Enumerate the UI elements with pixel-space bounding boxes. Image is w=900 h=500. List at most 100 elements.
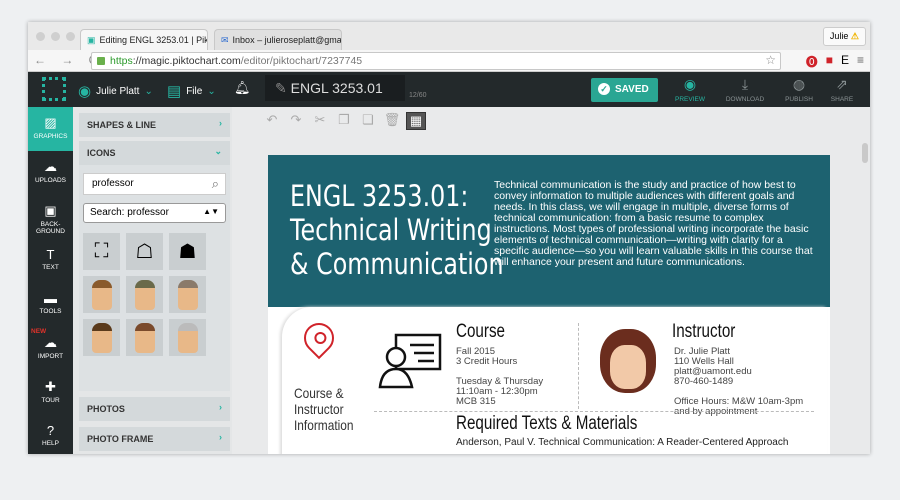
piktochart-icon: ▣ xyxy=(87,34,96,45)
app-toolbar: ◉ Julie Platt ⌄ ▤ File ⌄ 🔔︎ ✎ ENGL 3253.01 1… xyxy=(28,72,870,107)
publish-button[interactable]: ◍ PUBLISH xyxy=(775,76,823,103)
bell-icon[interactable]: 🔔︎ xyxy=(234,80,251,96)
extension-icon[interactable]: ■ xyxy=(826,53,833,70)
saved-button[interactable]: SAVED xyxy=(591,78,658,102)
import-icon: ☁ xyxy=(44,335,57,350)
divider xyxy=(374,411,814,412)
document-title-input[interactable]: ✎ ENGL 3253.01 xyxy=(265,75,405,101)
course-details[interactable]: Fall 2015 3 Credit Hours Tuesday & Thursda… xyxy=(456,347,543,407)
photos-header[interactable]: PHOTOS › xyxy=(79,397,230,421)
icon-results: ⛶ ☖ ☗ xyxy=(83,233,226,356)
file-menu[interactable]: ▤ File ⌄ xyxy=(167,82,216,100)
professor-avatar-icon[interactable] xyxy=(169,319,206,356)
search-icon[interactable]: ⌕ xyxy=(212,176,219,192)
menu-icon[interactable]: ≡ xyxy=(857,53,864,70)
texts-entry[interactable]: Anderson, Paul V. Technical Communicatio… xyxy=(456,437,788,448)
chevron-right-icon: › xyxy=(219,402,222,412)
sidebar-item-graphics[interactable]: ▨ GRAPHICS xyxy=(28,107,73,151)
undo-icon[interactable]: ↶ xyxy=(262,112,282,130)
grid-toggle-icon[interactable]: ▦ xyxy=(406,112,426,130)
tab-editing[interactable]: ▣Editing ENGL 3253.01 | Pik× xyxy=(80,29,208,50)
infographic-canvas[interactable]: ENGL 3253.01: Technical Writing & Communic… xyxy=(268,155,830,454)
tab-inbox[interactable]: ✉Inbox – julieroseplatt@gma× xyxy=(214,29,342,50)
sidebar-item-background[interactable]: ▣ BACK-GROUND xyxy=(28,195,73,239)
chevron-down-icon: ⌄ xyxy=(207,85,216,97)
sidebar-item-help[interactable]: ? HELP xyxy=(28,415,73,454)
url-input[interactable]: https://magic.piktochart.com/editor/pikt… xyxy=(91,52,781,70)
chevron-right-icon: › xyxy=(219,432,222,442)
warning-icon: ⚠ xyxy=(850,31,859,41)
star-icon[interactable]: ☆ xyxy=(765,53,776,67)
sidebar-item-import[interactable]: NEW ☁ IMPORT xyxy=(28,327,73,371)
presentation-icon[interactable]: ⛶ xyxy=(83,233,120,270)
professor-avatar-icon[interactable] xyxy=(169,276,206,313)
cloud-upload-icon: ☁ xyxy=(44,159,57,174)
sidebar-item-text[interactable]: T TEXT xyxy=(28,239,73,283)
user-menu[interactable]: ◉ Julie Platt ⌄ xyxy=(78,82,153,100)
texts-heading[interactable]: Required Texts & Materials xyxy=(456,413,637,435)
tour-icon: ✚ xyxy=(45,379,56,394)
course-description[interactable]: Technical communication is the study and… xyxy=(494,180,814,268)
search-select[interactable]: Search: professor ▲▼ xyxy=(83,203,226,223)
professor-avatar-icon[interactable] xyxy=(83,276,120,313)
profile-button[interactable]: Julie ⚠ xyxy=(822,27,866,46)
cut-icon[interactable]: ✂ xyxy=(310,112,330,130)
user-icon: ◉ xyxy=(78,83,92,100)
extensions: ⓿ ■ E ≡ xyxy=(806,53,864,70)
window-controls[interactable] xyxy=(36,32,75,41)
pinterest-icon[interactable]: ⓿ xyxy=(806,53,818,70)
share-icon: ⇗ xyxy=(836,76,848,92)
section-label[interactable]: Course & Instructor Information xyxy=(294,385,354,433)
sidebar: ▨ GRAPHICS ☁ UPLOADS ▣ BACK-GROUND T TEXT ▬ T… xyxy=(28,107,73,454)
file-cabinet-icon: ▤ xyxy=(167,83,182,100)
copy-icon[interactable]: ❐ xyxy=(334,112,354,130)
pencil-icon: ✎ xyxy=(275,80,291,96)
professor-board-icon[interactable]: ☗ xyxy=(169,233,206,270)
background-icon: ▣ xyxy=(44,203,57,218)
trash-icon[interactable]: 🗑︎ xyxy=(382,112,402,130)
mail-icon: ✉ xyxy=(221,34,229,45)
professor-avatar-icon[interactable] xyxy=(126,276,163,313)
browser-window: ▣Editing ENGL 3253.01 | Pik× ✉Inbox – ju… xyxy=(28,22,870,454)
download-button[interactable]: ⤓ DOWNLOAD xyxy=(721,76,769,103)
char-count: 12/60 xyxy=(409,92,427,99)
instructor-avatar[interactable] xyxy=(600,329,656,393)
course-title[interactable]: ENGL 3253.01: Technical Writing & Communic… xyxy=(290,179,504,281)
sidebar-item-uploads[interactable]: ☁ UPLOADS xyxy=(28,151,73,195)
preview-button[interactable]: ◉ PREVIEW xyxy=(666,76,714,103)
sidebar-item-tools[interactable]: ▬ TOOLS xyxy=(28,283,73,327)
location-pin-icon[interactable] xyxy=(297,316,341,360)
share-button[interactable]: ⇗ SHARE xyxy=(818,76,866,103)
download-icon: ⤓ xyxy=(741,76,749,92)
shapes-line-header[interactable]: SHAPES & LINE › xyxy=(79,113,230,137)
teacher-board-icon[interactable] xyxy=(378,333,442,389)
photo-frame-header[interactable]: PHOTO FRAME › xyxy=(79,427,230,451)
edit-toolbar: ↶ ↷ ✂ ❐ ❏ 🗑︎ ▦ xyxy=(262,112,426,130)
professor-avatar-icon[interactable] xyxy=(83,319,120,356)
piktochart-logo[interactable] xyxy=(42,77,66,101)
course-heading[interactable]: Course xyxy=(456,321,505,343)
select-arrows-icon: ▲▼ xyxy=(203,207,219,216)
icons-header[interactable]: ICONS ⌄ xyxy=(79,141,230,165)
teacher-board-icon[interactable]: ☖ xyxy=(126,233,163,270)
graphics-panel: SHAPES & LINE › ICONS ⌄ professor ⌕ Search:… xyxy=(73,107,232,454)
sidebar-item-tour[interactable]: ✚ TOUR xyxy=(28,371,73,415)
scrollbar[interactable] xyxy=(862,143,868,163)
chevron-down-icon: ⌄ xyxy=(214,146,222,156)
instructor-details[interactable]: Dr. Julie Platt 110 Wells Hall platt@uamon… xyxy=(674,347,803,417)
header-block[interactable]: ENGL 3253.01: Technical Writing & Communic… xyxy=(268,155,830,307)
tools-icon: ▬ xyxy=(44,291,57,306)
paste-icon[interactable]: ❏ xyxy=(358,112,378,130)
globe-icon: ◍ xyxy=(792,76,806,92)
new-badge: NEW xyxy=(31,328,47,335)
chevron-down-icon: ⌄ xyxy=(144,85,153,97)
icons-section: professor ⌕ Search: professor ▲▼ ⛶ ☖ ☗ xyxy=(79,165,230,391)
evernote-icon[interactable]: E xyxy=(841,53,849,70)
info-block[interactable]: Course & Instructor Information Course Fal… xyxy=(282,307,827,454)
redo-icon[interactable]: ↷ xyxy=(286,112,306,130)
chevron-right-icon: › xyxy=(219,118,222,128)
workspace: ↶ ↷ ✂ ❐ ❏ 🗑︎ ▦ ENGL 3253.01: Technical Writing &… xyxy=(232,107,870,454)
instructor-heading[interactable]: Instructor xyxy=(672,321,735,343)
icon-search-input[interactable]: professor ⌕ xyxy=(83,173,226,195)
professor-avatar-icon[interactable] xyxy=(126,319,163,356)
